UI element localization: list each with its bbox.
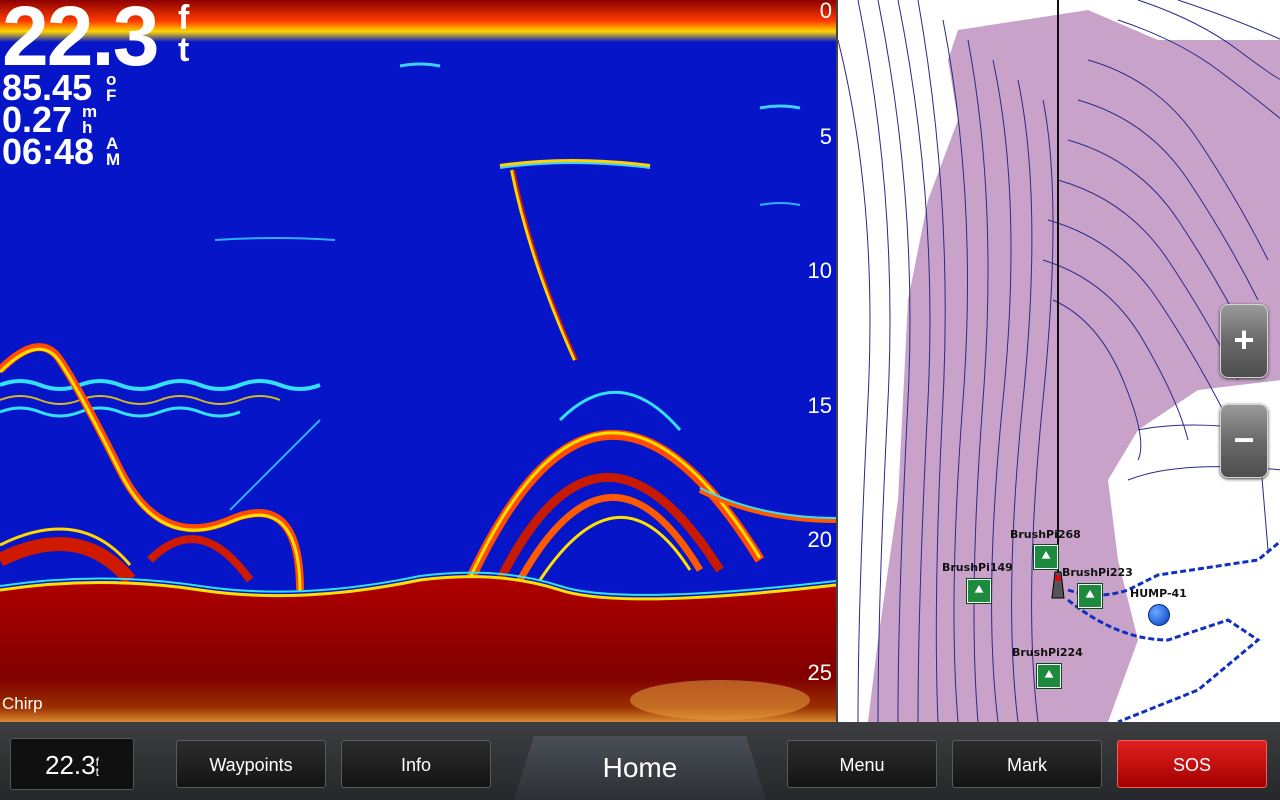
water-temp-unit: o F bbox=[106, 70, 117, 106]
menu-button[interactable]: Menu bbox=[787, 740, 937, 788]
zoom-in-button[interactable]: + bbox=[1220, 304, 1268, 378]
waypoint-label: BrushPi268 bbox=[1010, 528, 1081, 541]
brush-pile-waypoint-icon[interactable]: ⯅ bbox=[1078, 584, 1102, 608]
depth-scale-5: 5 bbox=[819, 124, 832, 149]
depth-databox[interactable]: 22.3f t bbox=[10, 738, 134, 790]
brush-pile-waypoint-icon[interactable]: ⯅ bbox=[967, 579, 991, 603]
info-button[interactable]: Info bbox=[341, 740, 491, 788]
zoom-out-button[interactable]: − bbox=[1220, 404, 1268, 478]
chart-map-panel[interactable]: BrushPi268 ⯅ BrushPi149 ⯅ BrushPi223 ⯅ H… bbox=[836, 0, 1280, 722]
waypoint-label: HUMP-41 bbox=[1130, 587, 1187, 600]
time-readout: 06:48 bbox=[2, 131, 95, 172]
sonar-mode-label: Chirp bbox=[2, 694, 43, 713]
hump-waypoint-icon[interactable] bbox=[1148, 604, 1170, 626]
waypoint-label: BrushPi149 bbox=[942, 561, 1013, 574]
sonar-echogram bbox=[0, 0, 836, 722]
depth-scale-10: 10 bbox=[807, 258, 832, 283]
depth-scale-25: 25 bbox=[807, 660, 832, 685]
waypoints-button[interactable]: Waypoints bbox=[176, 740, 326, 788]
contour-map bbox=[838, 0, 1280, 722]
waypoint-label: BrushPi223 bbox=[1062, 566, 1133, 579]
depth-databox-unit: ft bbox=[95, 755, 99, 780]
time-unit: A M bbox=[106, 134, 121, 170]
sonar-panel[interactable]: 22.3 f t 85.45 o F 0.27 m h 06:48 A M Ch… bbox=[0, 0, 836, 722]
brush-pile-waypoint-icon[interactable]: ⯅ bbox=[1034, 545, 1058, 569]
depth-scale-20: 20 bbox=[807, 527, 832, 552]
depth-unit: f t bbox=[178, 0, 190, 70]
brush-pile-waypoint-icon[interactable]: ⯅ bbox=[1037, 664, 1061, 688]
home-button[interactable]: Home bbox=[514, 736, 766, 800]
depth-scale-15: 15 bbox=[807, 393, 832, 418]
mark-button[interactable]: Mark bbox=[952, 740, 1102, 788]
waypoint-label: BrushPi224 bbox=[1012, 646, 1083, 659]
depth-scale-0: 0 bbox=[819, 0, 832, 23]
footer-bar: 22.3f t Waypoints Info Home Menu Mark SOS bbox=[0, 722, 1280, 800]
sos-button[interactable]: SOS bbox=[1117, 740, 1267, 788]
